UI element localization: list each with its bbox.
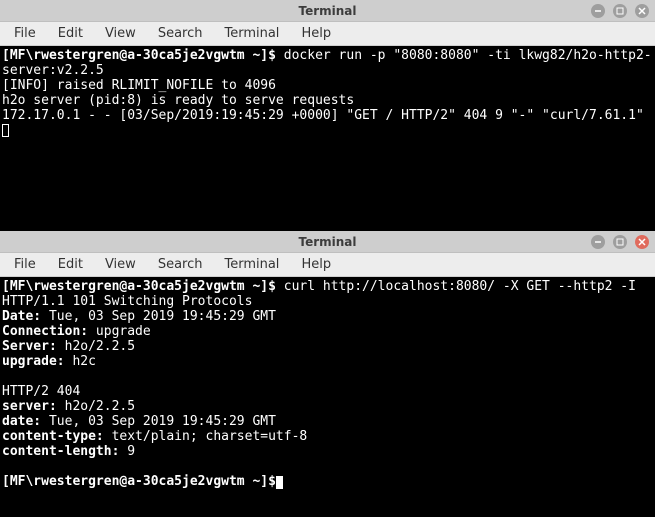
close-button[interactable] [635, 235, 649, 249]
header-key: Date: [2, 309, 41, 324]
header-key: Server: [2, 339, 57, 354]
header-val: Tue, 03 Sep 2019 19:45:29 GMT [41, 309, 276, 324]
menu-file[interactable]: File [4, 255, 46, 274]
terminal-window-1: Terminal File Edit View Search Terminal … [0, 0, 655, 231]
output-line: [INFO] raised RLIMIT_NOFILE to 4096 [2, 78, 276, 93]
header-val: h2o/2.2.5 [57, 399, 135, 414]
window-title: Terminal [298, 235, 356, 249]
menubar: File Edit View Search Terminal Help [0, 253, 655, 277]
menubar: File Edit View Search Terminal Help [0, 22, 655, 46]
cursor-icon [2, 124, 9, 137]
output-line: HTTP/2 404 [2, 384, 80, 399]
close-button[interactable] [635, 4, 649, 18]
menu-view[interactable]: View [95, 255, 146, 274]
terminal-output[interactable]: [MF\rwestergren@a-30ca5je2vgwtm ~]$ curl… [0, 277, 655, 517]
menu-view[interactable]: View [95, 24, 146, 43]
menu-search[interactable]: Search [148, 24, 213, 43]
header-key: content-type: [2, 429, 104, 444]
menu-help[interactable]: Help [291, 24, 341, 43]
maximize-button[interactable] [613, 235, 627, 249]
header-val: 9 [119, 444, 135, 459]
titlebar[interactable]: Terminal [0, 231, 655, 253]
header-key: date: [2, 414, 41, 429]
menu-terminal[interactable]: Terminal [214, 24, 289, 43]
output-line: h2o server (pid:8) is ready to serve req… [2, 93, 354, 108]
menu-search[interactable]: Search [148, 255, 213, 274]
window-title: Terminal [298, 4, 356, 18]
prompt: [MF\rwestergren@a-30ca5je2vgwtm ~]$ [2, 279, 276, 294]
terminal-window-2: Terminal File Edit View Search Terminal … [0, 231, 655, 517]
menu-edit[interactable]: Edit [48, 24, 93, 43]
menu-help[interactable]: Help [291, 255, 341, 274]
header-key: server: [2, 399, 57, 414]
window-controls [591, 235, 649, 249]
header-val: h2o/2.2.5 [57, 339, 135, 354]
prompt: [MF\rwestergren@a-30ca5je2vgwtm ~]$ [2, 48, 276, 63]
command-text: curl http://localhost:8080/ -X GET --htt… [276, 279, 636, 294]
header-val: Tue, 03 Sep 2019 19:45:29 GMT [41, 414, 276, 429]
prompt: [MF\rwestergren@a-30ca5je2vgwtm ~]$ [2, 474, 276, 489]
minimize-button[interactable] [591, 4, 605, 18]
header-val: upgrade [88, 324, 151, 339]
menu-file[interactable]: File [4, 24, 46, 43]
menu-terminal[interactable]: Terminal [214, 255, 289, 274]
cursor-icon [276, 476, 283, 489]
minimize-button[interactable] [591, 235, 605, 249]
maximize-button[interactable] [613, 4, 627, 18]
terminal-output[interactable]: [MF\rwestergren@a-30ca5je2vgwtm ~]$ dock… [0, 46, 655, 231]
header-val: h2c [65, 354, 96, 369]
window-controls [591, 4, 649, 18]
output-line: HTTP/1.1 101 Switching Protocols [2, 294, 252, 309]
output-line: 172.17.0.1 - - [03/Sep/2019:19:45:29 +00… [2, 108, 644, 123]
header-key: upgrade: [2, 354, 65, 369]
header-key: content-length: [2, 444, 119, 459]
menu-edit[interactable]: Edit [48, 255, 93, 274]
header-val: text/plain; charset=utf-8 [104, 429, 308, 444]
header-key: Connection: [2, 324, 88, 339]
titlebar[interactable]: Terminal [0, 0, 655, 22]
